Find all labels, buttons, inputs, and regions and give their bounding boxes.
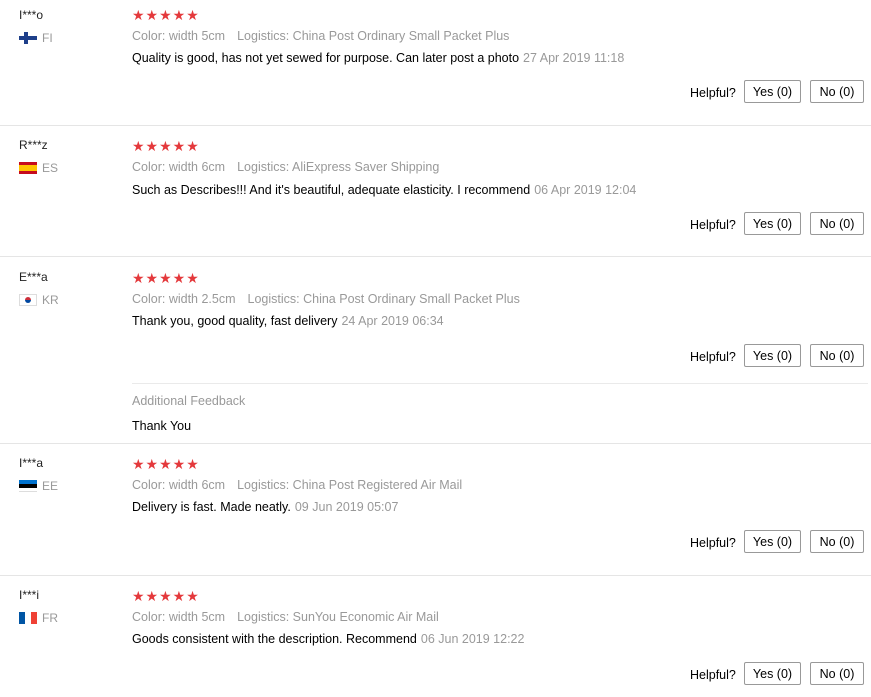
order-color: Color: width 6cm	[132, 160, 226, 174]
reviewer-country: FI	[19, 31, 53, 45]
helpful-no-button[interactable]: No (0)	[810, 212, 864, 235]
helpful-label: Helpful?	[690, 350, 736, 364]
review-divider	[0, 256, 871, 257]
country-code: FI	[42, 31, 53, 45]
star-rating: ★★★★★	[132, 456, 200, 472]
country-code: ES	[42, 161, 59, 175]
flag-fr-icon	[19, 612, 37, 624]
order-info: Color: width 6cm Logistics: China Post Re…	[132, 478, 462, 492]
star-rating: ★★★★★	[132, 588, 200, 604]
review-content: Such as Describes!!! And it's beautiful,…	[132, 183, 636, 197]
star-rating: ★★★★★	[132, 270, 200, 286]
review-text: Goods consistent with the description. R…	[132, 632, 417, 646]
helpful-label: Helpful?	[690, 218, 736, 232]
review-divider	[0, 125, 871, 126]
order-color: Color: width 2.5cm	[132, 292, 236, 306]
helpful-label: Helpful?	[690, 536, 736, 550]
order-logistics: Logistics: SunYou Economic Air Mail	[237, 610, 439, 624]
reviewer-country: ES	[19, 161, 58, 175]
order-info: Color: width 6cm Logistics: AliExpress Sa…	[132, 160, 439, 174]
review-time: 24 Apr 2019 06:34	[341, 314, 444, 328]
order-logistics: Logistics: China Post Registered Air Mai…	[237, 478, 463, 492]
review-text: Such as Describes!!! And it's beautiful,…	[132, 183, 531, 197]
reviewer-name: E***a	[19, 270, 48, 284]
review-text: Thank you, good quality, fast delivery	[132, 314, 338, 328]
review-divider	[0, 443, 871, 444]
review-text: Quality is good, has not yet sewed for p…	[132, 51, 520, 65]
flag-fi-icon	[19, 32, 37, 44]
order-color: Color: width 5cm	[132, 610, 226, 624]
helpful-no-button[interactable]: No (0)	[810, 344, 864, 367]
order-info: Color: width 2.5cm Logistics: China Post …	[132, 292, 520, 306]
country-code: KR	[42, 293, 59, 307]
star-rating: ★★★★★	[132, 138, 200, 154]
helpful-no-button[interactable]: No (0)	[810, 530, 864, 553]
reviewer-country: KR	[19, 293, 59, 307]
order-logistics: Logistics: China Post Ordinary Small Pac…	[237, 29, 510, 43]
order-info: Color: width 5cm Logistics: SunYou Econom…	[132, 610, 439, 624]
order-color: Color: width 5cm	[132, 29, 226, 43]
helpful-yes-button[interactable]: Yes (0)	[744, 530, 801, 553]
helpful-no-button[interactable]: No (0)	[810, 80, 864, 103]
helpful-no-button[interactable]: No (0)	[810, 662, 864, 685]
flag-kr-icon	[19, 294, 37, 306]
order-logistics: Logistics: AliExpress Saver Shipping	[237, 160, 440, 174]
review-content: Thank you, good quality, fast delivery 24…	[132, 314, 444, 328]
helpful-label: Helpful?	[690, 668, 736, 682]
review-time: 09 Jun 2019 05:07	[294, 500, 399, 514]
review-time: 06 Jun 2019 12:22	[420, 632, 525, 646]
review-content: Quality is good, has not yet sewed for p…	[132, 51, 624, 65]
helpful-yes-button[interactable]: Yes (0)	[744, 662, 801, 685]
reviewer-name: I***a	[19, 456, 44, 470]
reviewer-name: I***o	[19, 8, 44, 22]
helpful-yes-button[interactable]: Yes (0)	[744, 212, 801, 235]
helpful-yes-button[interactable]: Yes (0)	[744, 344, 801, 367]
helpful-yes-button[interactable]: Yes (0)	[744, 80, 801, 103]
order-color: Color: width 6cm	[132, 478, 226, 492]
country-code: EE	[42, 479, 59, 493]
reviewer-name: I***i	[19, 588, 40, 602]
country-code: FR	[42, 611, 58, 625]
reviewer-name: R***z	[19, 138, 48, 152]
flag-ee-icon	[19, 480, 37, 492]
review-content: Goods consistent with the description. R…	[132, 632, 524, 646]
flag-es-icon	[19, 162, 37, 174]
additional-feedback-title: Additional Feedback	[132, 394, 246, 408]
order-info: Color: width 5cm Logistics: China Post Or…	[132, 29, 509, 43]
reviewer-country: EE	[19, 479, 58, 493]
review-content: Delivery is fast. Made neatly. 09 Jun 201…	[132, 500, 398, 514]
star-rating: ★★★★★	[132, 7, 200, 23]
review-divider	[0, 575, 871, 576]
review-text: Delivery is fast. Made neatly.	[132, 500, 291, 514]
order-logistics: Logistics: China Post Ordinary Small Pac…	[247, 292, 520, 306]
helpful-label: Helpful?	[690, 86, 736, 100]
additional-divider	[132, 383, 868, 384]
review-time: 06 Apr 2019 12:04	[534, 183, 637, 197]
reviewer-country: FR	[19, 611, 58, 625]
additional-feedback-text: Thank You	[132, 419, 192, 433]
review-time: 27 Apr 2019 11:18	[523, 51, 625, 65]
